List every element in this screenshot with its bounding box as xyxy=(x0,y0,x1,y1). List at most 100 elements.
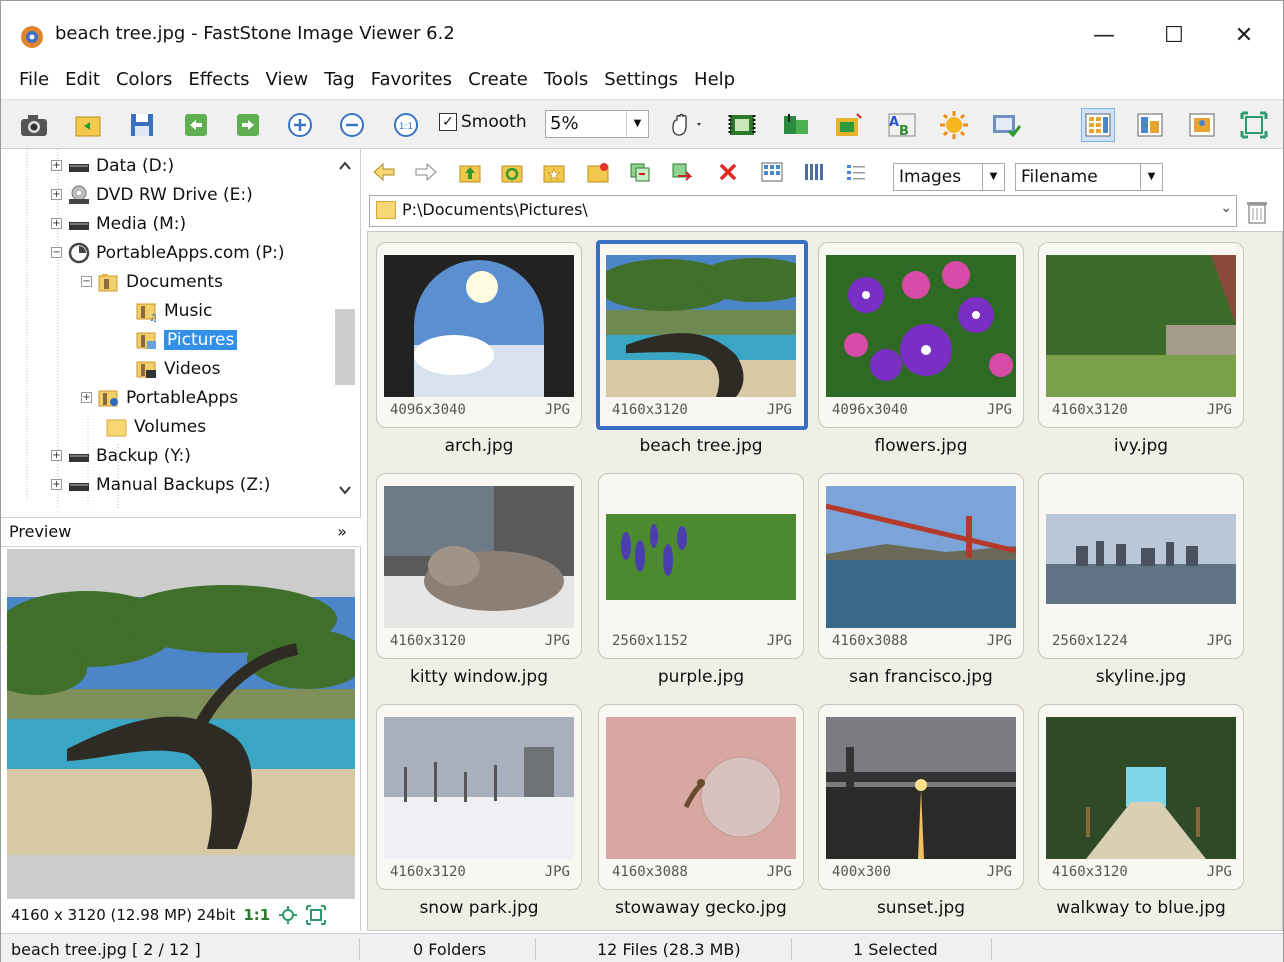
browser-view-icon[interactable] xyxy=(1081,108,1115,142)
menu-effects[interactable]: Effects xyxy=(180,69,257,90)
thumbnail-sunset[interactable]: 400x300 JPG sunset.jpg xyxy=(818,704,1026,930)
stretch-icon[interactable] xyxy=(306,905,327,925)
actual-size-icon[interactable]: 1:1 xyxy=(391,110,421,140)
smooth-checkbox[interactable]: ✓ xyxy=(439,113,457,131)
maximize-button[interactable]: ☐ xyxy=(1139,11,1209,59)
tree-item-documents[interactable]: − Documents xyxy=(81,267,223,296)
stowaway-gecko-image xyxy=(606,717,796,859)
chevron-down-icon[interactable] xyxy=(335,483,355,497)
favorite-folder-icon[interactable] xyxy=(541,159,567,185)
thumbnail-beach-tree[interactable]: 4160x3120 JPG beach tree.jpg xyxy=(596,240,808,468)
thumbnail-kitty-window[interactable]: 4160x3120 JPG kitty window.jpg xyxy=(376,473,584,699)
hand-pan-icon[interactable] xyxy=(665,110,709,140)
camera-icon[interactable] xyxy=(19,110,49,140)
menu-colors[interactable]: Colors xyxy=(108,69,180,90)
trash-icon[interactable] xyxy=(1245,199,1269,225)
tree-item-pictures[interactable]: Pictures xyxy=(136,325,238,354)
text-icon[interactable]: AB xyxy=(887,110,917,140)
save-icon[interactable] xyxy=(127,110,157,140)
ratio-label[interactable]: 1:1 xyxy=(243,906,270,924)
file-filter-select[interactable]: Images ▼ xyxy=(893,163,1005,191)
thumbnail-walkway-to-blue[interactable]: 4160x3120 JPG walkway to blue.jpg xyxy=(1038,704,1246,930)
menu-create[interactable]: Create xyxy=(460,69,536,90)
snow-park-image xyxy=(384,717,574,859)
thumbnail-stowaway-gecko[interactable]: 4160x3088 JPG stowaway gecko.jpg xyxy=(598,704,806,930)
minimize-button[interactable]: — xyxy=(1069,11,1139,59)
delete-icon[interactable] xyxy=(715,159,741,185)
menu-settings[interactable]: Settings xyxy=(596,69,686,90)
chevron-up-icon[interactable] xyxy=(335,159,355,173)
zoom-in-icon[interactable] xyxy=(285,110,315,140)
dvd-drive-icon xyxy=(69,185,89,204)
zoom-value: 5% xyxy=(550,113,579,134)
forward-arrow-icon[interactable] xyxy=(413,159,439,185)
menu-help[interactable]: Help xyxy=(686,69,743,90)
filmstrip-view-icon[interactable] xyxy=(801,159,827,185)
chevron-down-icon[interactable]: ⌄ xyxy=(1220,200,1232,216)
open-folder-icon[interactable] xyxy=(73,110,103,140)
thumbnail-san-francisco[interactable]: 4160x3088 JPG san francisco.jpg xyxy=(818,473,1026,699)
tree-scroll-thumb[interactable] xyxy=(335,309,355,385)
menu-tag[interactable]: Tag xyxy=(316,69,362,90)
thumbnail-flowers[interactable]: 4096x3040 JPG flowers.jpg xyxy=(818,242,1026,468)
thumbnail-ivy[interactable]: 4160x3120 JPG ivy.jpg xyxy=(1038,242,1246,468)
tree-item-videos[interactable]: Videos xyxy=(136,354,221,383)
chevron-down-icon[interactable]: ▼ xyxy=(1140,164,1162,190)
preview-layout-icon[interactable] xyxy=(1135,110,1165,140)
fullscreen-icon[interactable] xyxy=(1239,110,1269,140)
copy-to-icon[interactable] xyxy=(627,159,653,185)
file-filter-value: Images xyxy=(899,167,962,187)
menu-tools[interactable]: Tools xyxy=(536,69,596,90)
collapse-preview-icon[interactable]: » xyxy=(337,518,347,546)
next-image-icon[interactable] xyxy=(233,110,263,140)
capture-icon[interactable] xyxy=(833,110,863,140)
app-logo-icon xyxy=(21,26,43,48)
tree-item-data-drive[interactable]: + Data (D:) xyxy=(51,151,174,180)
up-folder-icon[interactable] xyxy=(457,159,483,185)
back-arrow-icon[interactable] xyxy=(371,159,397,185)
path-input[interactable]: P:\Documents\Pictures\ ⌄ xyxy=(369,195,1237,227)
title-bar: beach tree.jpg - FastStone Image Viewer … xyxy=(1,11,1283,61)
menu-edit[interactable]: Edit xyxy=(57,69,108,90)
sort-order-select[interactable]: Filename ▼ xyxy=(1015,163,1163,191)
new-folder-icon[interactable] xyxy=(585,159,611,185)
pictures-folder-icon xyxy=(136,332,156,349)
tree-item-portableapps-drive[interactable]: − PortableApps.com (P:) xyxy=(51,238,285,267)
menu-favorites[interactable]: Favorites xyxy=(363,69,460,90)
move-to-icon[interactable] xyxy=(669,159,695,185)
walkway-to-blue-image xyxy=(1046,717,1236,859)
status-bar: beach tree.jpg [ 2 / 12 ] 0 Folders 12 F… xyxy=(1,933,1283,962)
menu-file[interactable]: File xyxy=(11,69,57,90)
details-view-icon[interactable] xyxy=(843,159,869,185)
previous-image-icon[interactable] xyxy=(181,110,211,140)
tree-item-backup-drive[interactable]: + Backup (Y:) xyxy=(51,441,191,470)
thumbnail-purple[interactable]: 2560x1152 JPG purple.jpg xyxy=(598,473,806,699)
chevron-down-icon[interactable]: ▼ xyxy=(982,164,1004,190)
refresh-folder-icon[interactable] xyxy=(499,159,525,185)
smooth-toggle[interactable]: ✓ Smooth xyxy=(439,112,527,132)
menu-view[interactable]: View xyxy=(258,69,317,90)
thumbnail-filename: purple.jpg xyxy=(657,667,745,687)
tree-item-music[interactable]: ♫ Music xyxy=(136,296,212,325)
zoom-out-icon[interactable] xyxy=(337,110,367,140)
thumbnail-skyline[interactable]: 2560x1224 JPG skyline.jpg xyxy=(1038,473,1246,699)
close-button[interactable]: ✕ xyxy=(1209,11,1279,59)
batch-edit-icon[interactable] xyxy=(991,110,1021,140)
full-preview-icon[interactable] xyxy=(1187,110,1217,140)
thumbnail-view-icon[interactable] xyxy=(759,159,785,185)
slideshow-icon[interactable] xyxy=(727,110,757,140)
tree-item-manual-backups-drive[interactable]: + Manual Backups (Z:) xyxy=(51,470,270,499)
tree-scrollbar[interactable] xyxy=(333,149,355,504)
tree-item-dvd-drive[interactable]: + DVD RW Drive (E:) xyxy=(51,180,253,209)
thumbnail-arch[interactable]: 4096x3040 JPG arch.jpg xyxy=(376,242,584,468)
thumbnail-snow-park[interactable]: 4160x3120 JPG snow park.jpg xyxy=(376,704,584,930)
tree-item-portableapps[interactable]: + PortableApps xyxy=(81,383,238,412)
zoom-select[interactable]: 5% ▼ xyxy=(545,110,649,138)
chevron-down-icon[interactable]: ▼ xyxy=(626,111,648,137)
compare-icon[interactable] xyxy=(781,110,811,140)
tree-item-media-drive[interactable]: + Media (M:) xyxy=(51,209,186,238)
tree-item-volumes[interactable]: Volumes xyxy=(106,412,206,441)
sun-adjust-icon[interactable] xyxy=(939,110,969,140)
thumbnail-filename: snow park.jpg xyxy=(419,898,539,918)
fit-icon[interactable] xyxy=(278,905,298,925)
